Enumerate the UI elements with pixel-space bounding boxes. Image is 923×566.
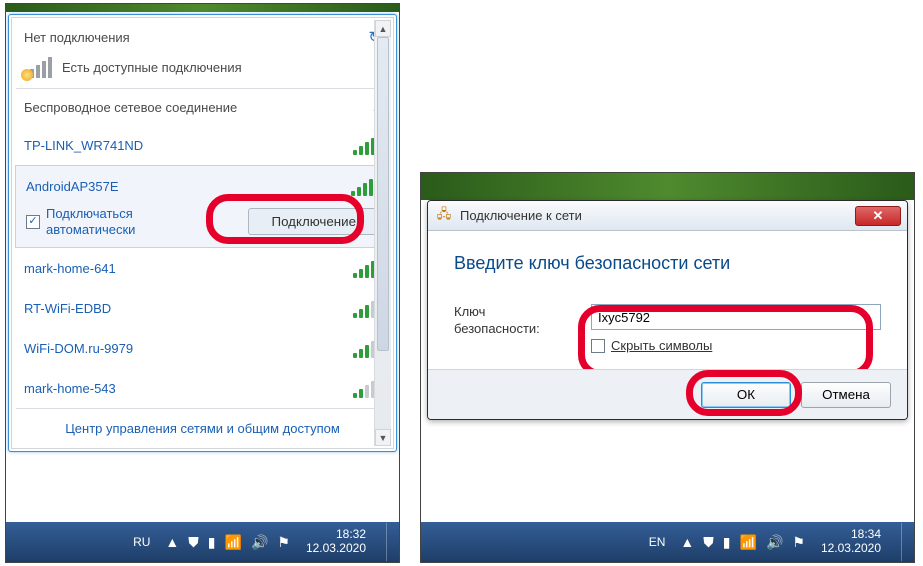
- auto-connect-checkbox[interactable]: ✓: [26, 215, 40, 229]
- connect-button[interactable]: Подключение: [248, 208, 379, 235]
- network-list: TP-LINK_WR741ND AndroidAP357E ✓ Подключа…: [12, 125, 393, 408]
- clock[interactable]: 18:34 12.03.2020: [815, 528, 887, 556]
- taskbar-right: EN ▲ ⛊ ▮ 📶 🔊 ⚑ 18:34 12.03.2020: [421, 522, 914, 562]
- network-icon[interactable]: 📶: [225, 534, 242, 551]
- network-name: mark-home-641: [24, 261, 116, 276]
- clock-date: 12.03.2020: [306, 542, 366, 556]
- show-desktop[interactable]: [386, 523, 395, 561]
- hide-symbols-row[interactable]: Скрыть символы: [591, 338, 881, 353]
- network-name: TP-LINK_WR741ND: [24, 138, 143, 153]
- adapter-row[interactable]: Беспроводное сетевое соединение ˄: [12, 89, 393, 125]
- wifi-flyout: Нет подключения ↻ Есть доступные подключ…: [8, 14, 397, 452]
- auto-connect-label: Подключаться автоматически: [46, 206, 135, 237]
- network-item[interactable]: mark-home-543: [12, 368, 393, 408]
- signal-status-icon: [24, 56, 52, 78]
- desktop-strip: [6, 4, 399, 12]
- network-center-link[interactable]: Центр управления сетями и общим доступом: [12, 409, 393, 448]
- network-name: RT-WiFi-EDBD: [24, 301, 111, 316]
- available-row: Есть доступные подключения: [12, 56, 393, 88]
- clock-time: 18:32: [306, 528, 366, 542]
- network-item[interactable]: TP-LINK_WR741ND: [12, 125, 393, 165]
- desktop-strip: [421, 173, 914, 200]
- scrollbar[interactable]: ▲ ▼: [374, 20, 391, 446]
- dialog-titlebar[interactable]: 🖧 Подключение к сети ✕: [428, 201, 907, 231]
- scroll-down-icon[interactable]: ▼: [375, 429, 391, 446]
- systray: ▲ ⛊ ▮ 📶 🔊 ⚑: [165, 534, 290, 551]
- key-row: Ключ безопасности: Скрыть символы: [454, 304, 881, 353]
- adapter-label: Беспроводное сетевое соединение: [24, 100, 237, 115]
- tray-icon[interactable]: ▲: [680, 534, 694, 550]
- cancel-button[interactable]: Отмена: [801, 382, 891, 408]
- no-connection-row: Нет подключения ↻: [12, 18, 393, 56]
- tray-icon[interactable]: ▲: [165, 534, 179, 550]
- network-name: WiFi-DOM.ru-9979: [24, 341, 133, 356]
- clock[interactable]: 18:32 12.03.2020: [300, 528, 372, 556]
- network-flyout-panel: Нет подключения ↻ Есть доступные подключ…: [5, 3, 400, 563]
- taskbar-left: RU ▲ ⛊ ▮ 📶 🔊 ⚑ 18:32 12.03.2020: [6, 522, 399, 562]
- dialog-buttons: ОК Отмена: [428, 369, 907, 419]
- scroll-thumb[interactable]: [377, 37, 389, 351]
- network-item-selected[interactable]: AndroidAP357E ✓ Подключаться автоматичес…: [15, 165, 390, 248]
- show-desktop[interactable]: [901, 523, 910, 561]
- network-name: mark-home-543: [24, 381, 116, 396]
- language-indicator[interactable]: EN: [644, 533, 671, 551]
- dialog-body: Введите ключ безопасности сети Ключ безо…: [428, 231, 907, 369]
- shield-icon[interactable]: ⛊: [703, 534, 714, 551]
- connect-dialog-panel: 🖧 Подключение к сети ✕ Введите ключ безо…: [420, 172, 915, 563]
- close-icon[interactable]: ✕: [855, 206, 901, 226]
- network-name: AndroidAP357E: [26, 179, 119, 194]
- ok-button[interactable]: ОК: [701, 382, 791, 408]
- network-item[interactable]: RT-WiFi-EDBD: [12, 288, 393, 328]
- connect-dialog: 🖧 Подключение к сети ✕ Введите ключ безо…: [427, 200, 908, 420]
- available-label: Есть доступные подключения: [62, 60, 242, 75]
- dialog-icon: 🖧: [436, 208, 452, 224]
- volume-icon[interactable]: 🔊: [766, 534, 783, 551]
- network-item[interactable]: mark-home-641: [12, 248, 393, 288]
- dialog-title: Подключение к сети: [460, 208, 582, 223]
- auto-connect-row[interactable]: ✓ Подключаться автоматически: [26, 206, 135, 237]
- shield-icon[interactable]: ⛊: [188, 534, 199, 551]
- network-item[interactable]: WiFi-DOM.ru-9979: [12, 328, 393, 368]
- scroll-up-icon[interactable]: ▲: [375, 20, 391, 37]
- flag-icon[interactable]: ⚑: [792, 534, 805, 551]
- language-indicator[interactable]: RU: [128, 533, 155, 551]
- security-key-input[interactable]: [591, 304, 881, 330]
- flag-icon[interactable]: ⚑: [277, 534, 290, 551]
- wifi-flyout-inner: Нет подключения ↻ Есть доступные подключ…: [11, 17, 394, 449]
- battery-icon[interactable]: ▮: [723, 534, 731, 551]
- key-label: Ключ безопасности:: [454, 304, 569, 338]
- hide-checkbox[interactable]: [591, 339, 605, 353]
- volume-icon[interactable]: 🔊: [251, 534, 268, 551]
- clock-time: 18:34: [821, 528, 881, 542]
- network-icon[interactable]: 📶: [740, 534, 757, 551]
- hide-symbols-label: Скрыть символы: [611, 338, 712, 353]
- clock-date: 12.03.2020: [821, 542, 881, 556]
- battery-icon[interactable]: ▮: [208, 534, 216, 551]
- systray: ▲ ⛊ ▮ 📶 🔊 ⚑: [680, 534, 805, 551]
- no-connection-label: Нет подключения: [24, 30, 130, 45]
- dialog-heading: Введите ключ безопасности сети: [454, 253, 881, 274]
